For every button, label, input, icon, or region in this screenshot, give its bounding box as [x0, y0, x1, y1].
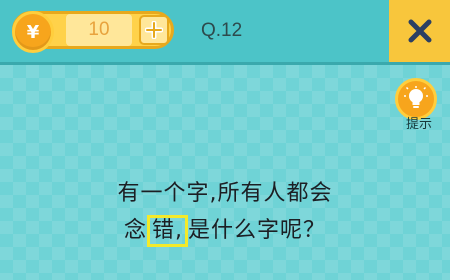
- top-bar: ¥ 10 Q.12: [0, 0, 450, 65]
- question-number: Q.12: [201, 20, 243, 41]
- puzzle-line-1: 有一个字,所有人都会: [117, 181, 333, 206]
- hint-label: 提示: [405, 117, 432, 132]
- puzzle-line-2: 念错, 是什么字呢？: [0, 212, 450, 247]
- close-button[interactable]: [389, 0, 450, 62]
- x-icon: [408, 19, 431, 43]
- coin-symbol: ¥: [26, 21, 40, 43]
- highlighted-answer-char[interactable]: 错,: [147, 215, 188, 247]
- puzzle-line-2-suffix: 是什么字呢？: [188, 218, 327, 243]
- puzzle-line-2-prefix: 念: [123, 218, 147, 243]
- plus-icon: [145, 21, 163, 39]
- lightbulb-icon: [404, 86, 428, 108]
- add-coins-button[interactable]: [139, 15, 169, 45]
- yen-coin-icon: ¥: [12, 11, 54, 53]
- coin-count: 10: [66, 14, 132, 46]
